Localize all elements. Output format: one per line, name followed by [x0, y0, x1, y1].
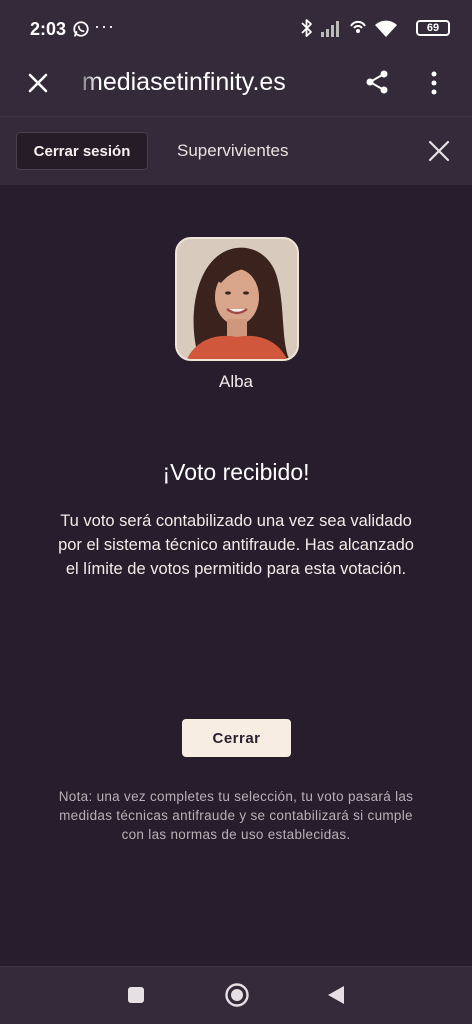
whatsapp-icon	[73, 21, 89, 37]
contestant-avatar	[175, 237, 299, 361]
contestant-name: Alba	[218, 372, 254, 391]
signal-icon	[321, 21, 339, 37]
wifi-icon	[375, 20, 397, 37]
battery-level: 69	[426, 22, 440, 34]
system-nav-bar	[0, 966, 472, 1024]
close-button[interactable]: Cerrar	[182, 719, 291, 757]
confirmation-heading: ¡Voto recibido!	[162, 459, 310, 485]
browser-toolbar: mediasetinfinity.es	[0, 58, 472, 117]
confirmation-message: Tu voto será contabilizado una vez sea v…	[58, 512, 414, 578]
more-vert-icon[interactable]	[424, 70, 444, 96]
status-time: 2:03	[30, 19, 67, 39]
share-icon[interactable]	[364, 69, 390, 95]
recents-icon[interactable]	[127, 986, 145, 1004]
legal-note: Nota: una vez completes tu selección, tu…	[58, 789, 414, 842]
close-icon[interactable]	[428, 140, 450, 162]
more-notifications-icon: ···	[94, 16, 115, 36]
page: 2:03 ··· 69 mediasetinfinity.es Cerrar s…	[0, 0, 472, 1024]
back-icon[interactable]	[326, 984, 346, 1006]
url-text[interactable]: mediasetinfinity.es	[82, 68, 286, 97]
logout-button[interactable]: Cerrar sesión	[16, 132, 148, 170]
hotspot-icon	[350, 20, 366, 33]
url-fade	[72, 64, 98, 104]
bluetooth-icon	[301, 19, 312, 37]
contestant-photo	[177, 239, 297, 359]
close-icon[interactable]	[26, 71, 50, 95]
status-bar: 2:03 ··· 69	[0, 0, 472, 58]
battery-icon: 69	[416, 20, 450, 36]
page-title: Supervivientes	[177, 141, 289, 160]
status-icons: 69	[300, 18, 450, 40]
page-header: Cerrar sesión Supervivientes	[0, 117, 472, 185]
home-icon[interactable]	[224, 982, 250, 1008]
